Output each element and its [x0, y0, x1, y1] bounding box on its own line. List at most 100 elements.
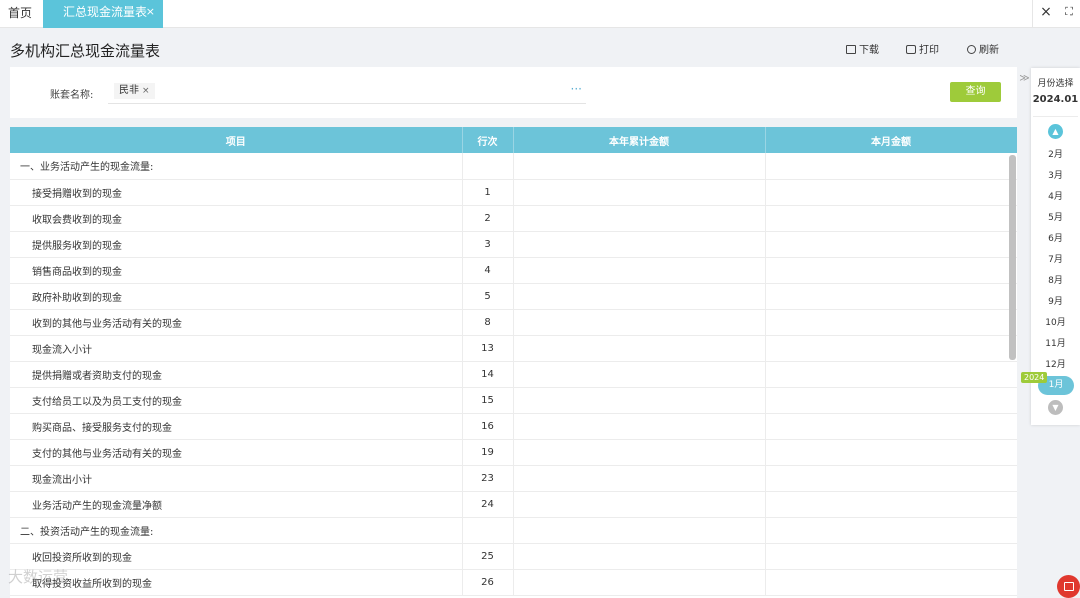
query-button[interactable]: 查询	[950, 82, 1001, 102]
table-row[interactable]: 现金流出小计 23	[10, 465, 1017, 492]
cell-item: 收取会费收到的现金	[10, 205, 463, 232]
cell-year-amount[interactable]	[513, 465, 766, 492]
table-row[interactable]: 提供捐赠或者资助支付的现金 14	[10, 361, 1017, 388]
scroll-down-icon[interactable]: ▼	[1048, 400, 1063, 415]
cell-month-amount[interactable]	[765, 491, 1017, 518]
refresh-icon	[967, 45, 976, 54]
table-row[interactable]: 购买商品、接受服务支付的现金 16	[10, 413, 1017, 440]
cell-month-amount[interactable]	[765, 569, 1017, 596]
cell-line: 24	[462, 491, 514, 518]
cell-line: 4	[462, 257, 514, 284]
table-row[interactable]: 一、业务活动产生的现金流量:	[10, 153, 1017, 180]
month-option[interactable]: 5月	[1031, 210, 1080, 223]
cell-year-amount[interactable]	[513, 283, 766, 310]
cell-month-amount[interactable]	[765, 179, 1017, 206]
download-icon	[846, 45, 856, 54]
cell-line: 16	[462, 413, 514, 440]
cell-month-amount[interactable]	[765, 231, 1017, 258]
cell-line: 19	[462, 439, 514, 466]
month-option[interactable]: 7月	[1031, 252, 1080, 265]
month-option[interactable]: 2月	[1031, 147, 1080, 160]
cell-month-amount[interactable]	[765, 439, 1017, 466]
chip-remove-icon[interactable]: ×	[142, 86, 150, 96]
table-row[interactable]: 支付给员工以及为员工支付的现金 15	[10, 387, 1017, 414]
page-title: 多机构汇总现金流量表	[10, 42, 161, 60]
cell-year-amount[interactable]	[513, 439, 766, 466]
print-label: 打印	[919, 45, 939, 56]
cell-year-amount[interactable]	[513, 335, 766, 362]
cell-item: 一、业务活动产生的现金流量:	[10, 153, 463, 180]
refresh-label: 刷新	[979, 45, 999, 56]
cell-month-amount[interactable]	[765, 517, 1017, 544]
tab-close-icon[interactable]: ×	[146, 0, 155, 24]
cell-month-amount[interactable]	[765, 465, 1017, 492]
account-set-chip: 民非 ×	[114, 83, 155, 99]
month-option[interactable]: 8月	[1031, 273, 1080, 286]
cell-year-amount[interactable]	[513, 413, 766, 440]
cell-year-amount[interactable]	[513, 361, 766, 388]
table-row[interactable]: 取得投资收益所收到的现金 26	[10, 569, 1017, 596]
scroll-up-icon[interactable]: ▲	[1048, 124, 1063, 139]
table-row[interactable]: 现金流入小计 13	[10, 335, 1017, 362]
cell-month-amount[interactable]	[765, 361, 1017, 388]
filter-panel: 账套名称: 民非 × ··· 查询	[10, 67, 1017, 118]
month-option[interactable]: 9月	[1031, 294, 1080, 307]
month-option[interactable]: 6月	[1031, 231, 1080, 244]
cell-year-amount[interactable]	[513, 309, 766, 336]
cell-month-amount[interactable]	[765, 543, 1017, 570]
more-icon[interactable]: ···	[571, 82, 582, 96]
cell-month-amount[interactable]	[765, 309, 1017, 336]
current-period: 2024.01	[1032, 94, 1079, 105]
expand-panel-icon[interactable]: ≫	[1018, 70, 1031, 88]
cell-year-amount[interactable]	[513, 257, 766, 284]
cell-month-amount[interactable]	[765, 257, 1017, 284]
tab-home[interactable]: 首页	[0, 0, 40, 28]
divider	[1032, 0, 1033, 28]
refresh-button[interactable]: 刷新	[967, 41, 999, 56]
tab-cash-flow-summary[interactable]: 汇总现金流量表 ×	[43, 0, 163, 28]
cell-year-amount[interactable]	[513, 179, 766, 206]
chat-help-icon[interactable]	[1057, 575, 1080, 598]
cell-year-amount[interactable]	[513, 569, 766, 596]
account-set-field[interactable]: 民非 × ···	[108, 80, 586, 104]
table-row[interactable]: 收到的其他与业务活动有关的现金 8	[10, 309, 1017, 336]
table-scrollbar[interactable]	[1009, 155, 1016, 360]
table-row[interactable]: 销售商品收到的现金 4	[10, 257, 1017, 284]
cell-item: 提供服务收到的现金	[10, 231, 463, 258]
month-option[interactable]: 12月	[1031, 357, 1080, 370]
cell-item: 收到的其他与业务活动有关的现金	[10, 309, 463, 336]
table-row[interactable]: 提供服务收到的现金 3	[10, 231, 1017, 258]
fullscreen-icon[interactable]: ⛶	[1057, 0, 1080, 28]
cell-month-amount[interactable]	[765, 153, 1017, 180]
table-row[interactable]: 二、投资活动产生的现金流量:	[10, 517, 1017, 544]
download-button[interactable]: 下载	[846, 41, 879, 56]
table-row[interactable]: 收取会费收到的现金 2	[10, 205, 1017, 232]
cell-year-amount[interactable]	[513, 205, 766, 232]
col-header-line: 行次	[462, 127, 514, 153]
cell-month-amount[interactable]	[765, 283, 1017, 310]
cell-year-amount[interactable]	[513, 153, 766, 180]
table-row[interactable]: 收回投资所收到的现金 25	[10, 543, 1017, 570]
cell-month-amount[interactable]	[765, 335, 1017, 362]
cell-month-amount[interactable]	[765, 413, 1017, 440]
month-option[interactable]: 4月	[1031, 189, 1080, 202]
cell-year-amount[interactable]	[513, 491, 766, 518]
cell-year-amount[interactable]	[513, 543, 766, 570]
cell-item: 取得投资收益所收到的现金	[10, 569, 463, 596]
month-option[interactable]: 3月	[1031, 168, 1080, 181]
table-row[interactable]: 接受捐赠收到的现金 1	[10, 179, 1017, 206]
cell-year-amount[interactable]	[513, 387, 766, 414]
table-row[interactable]: 政府补助收到的现金 5	[10, 283, 1017, 310]
month-option[interactable]: 10月	[1031, 315, 1080, 328]
cell-item: 政府补助收到的现金	[10, 283, 463, 310]
month-option[interactable]: 11月	[1031, 336, 1080, 349]
col-header-month-amount: 本月金额	[765, 127, 1017, 153]
cell-month-amount[interactable]	[765, 205, 1017, 232]
cell-year-amount[interactable]	[513, 231, 766, 258]
cell-year-amount[interactable]	[513, 517, 766, 544]
close-window-icon[interactable]: ×	[1034, 0, 1058, 28]
table-row[interactable]: 业务活动产生的现金流量净额 24	[10, 491, 1017, 518]
cell-month-amount[interactable]	[765, 387, 1017, 414]
print-button[interactable]: 打印	[906, 41, 939, 56]
table-row[interactable]: 支付的其他与业务活动有关的现金 19	[10, 439, 1017, 466]
